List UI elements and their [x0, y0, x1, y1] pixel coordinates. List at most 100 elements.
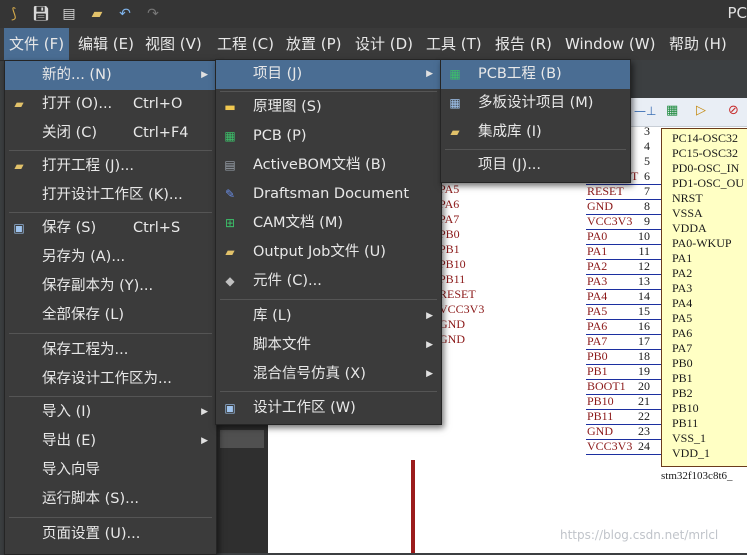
open-folder-icon[interactable]: ▰ [87, 4, 107, 24]
menu-item-save-as[interactable]: 另存为 (A)... [5, 243, 216, 272]
pin-label: PB0 [672, 356, 693, 370]
pin-number: 19 [638, 364, 650, 378]
net-label[interactable]: PA6 [439, 197, 459, 212]
net-label[interactable]: GND [587, 199, 613, 214]
net-label[interactable]: PA4 [587, 289, 607, 304]
pin-label: PC15-OSC32 [672, 146, 739, 160]
pin-label: PA4 [672, 296, 693, 310]
menu-item-save-workspace-as[interactable]: 保存设计工作区为... [5, 365, 216, 394]
net-label[interactable]: PB0 [587, 349, 608, 364]
pin-number: 12 [638, 259, 650, 273]
net-label[interactable]: PB0 [439, 227, 460, 242]
menu-item-component[interactable]: ◆ 元件 (C)... [216, 267, 441, 296]
net-label[interactable]: PB10 [587, 394, 614, 409]
net-label[interactable]: PA7 [439, 212, 459, 227]
panel-scroll-bar[interactable] [220, 430, 264, 448]
menu-item-import-wizard[interactable]: 导入向导 [5, 456, 216, 485]
menu-separator [220, 299, 437, 300]
save-all-icon[interactable]: ▤ [59, 4, 79, 24]
undo-icon[interactable]: ↶ [115, 4, 135, 24]
net-label[interactable]: GND [439, 317, 465, 332]
net-label[interactable]: PB1 [439, 242, 460, 257]
menu-item-new[interactable]: 新的... (N) ▶ [5, 61, 216, 90]
menu-item-save[interactable]: ▣ 保存 (S) Ctrl+S [5, 214, 216, 243]
menu-item-save-copy-as[interactable]: 保存副本为 (Y)... [5, 272, 216, 301]
menu-project[interactable]: 工程 (C) [212, 28, 279, 60]
menu-file[interactable]: 文件 (F) [4, 28, 70, 60]
net-label[interactable]: PA7 [587, 334, 607, 349]
net-label[interactable]: PA0 [587, 229, 607, 244]
port-tool-icon[interactable]: ▷ [696, 103, 706, 118]
pin-label: PA3 [672, 281, 693, 295]
menu-item-project-more[interactable]: 项目 (J)... [441, 151, 630, 180]
menu-item-export[interactable]: 导出 (E) ▶ [5, 427, 216, 456]
menu-item-save-all[interactable]: 全部保存 (L) [5, 301, 216, 330]
net-label[interactable]: RESET [587, 184, 624, 199]
save-icon[interactable]: 💾︎ [31, 4, 51, 24]
menu-item-library[interactable]: 库 (L) ▶ [216, 302, 441, 331]
net-label[interactable]: GND [587, 424, 613, 439]
menu-item-page-setup[interactable]: 页面设置 (U)... [5, 520, 216, 549]
menu-item-open-project[interactable]: ▰ 打开工程 (J)... [5, 152, 216, 181]
net-label[interactable]: PA2 [587, 259, 607, 274]
menu-item-cam[interactable]: ⊞ CAM文档 (M) [216, 209, 441, 238]
net-label[interactable]: PA5 [439, 182, 459, 197]
menu-item-pcb-project[interactable]: ▦ PCB工程 (B) [441, 60, 630, 89]
net-label[interactable]: PA5 [587, 304, 607, 319]
menu-item-project[interactable]: 项目 (J) ▶ [216, 60, 441, 89]
net-label[interactable]: PB11 [439, 272, 465, 287]
menu-item-close[interactable]: 关闭 (C) Ctrl+F4 [5, 119, 216, 148]
menu-item-mixed-sim[interactable]: 混合信号仿真 (X) ▶ [216, 360, 441, 389]
net-label[interactable]: VCC3V3 [587, 214, 632, 229]
net-label[interactable]: GND [439, 332, 465, 347]
menu-separator [445, 149, 626, 150]
menu-tools[interactable]: 工具 (T) [421, 28, 487, 60]
menu-edit[interactable]: 编辑 (E) [73, 28, 139, 60]
component-tool-icon[interactable]: ▦ [666, 103, 678, 118]
menu-item-output-job[interactable]: ▰ Output Job文件 (U) [216, 238, 441, 267]
menu-reports[interactable]: 报告 (R) [490, 28, 557, 60]
net-label[interactable]: PA6 [587, 319, 607, 334]
chip-designator: stm32f103c8t6_ [661, 470, 733, 482]
pin-number: 22 [638, 409, 650, 423]
net-label[interactable]: RESET [439, 287, 476, 302]
menu-item-draftsman[interactable]: ✎ Draftsman Document [216, 180, 441, 209]
menu-bar: 文件 (F) 编辑 (E) 视图 (V) 工程 (C) 放置 (P) 设计 (D… [0, 28, 747, 61]
net-label[interactable]: PA3 [587, 274, 607, 289]
net-label[interactable]: PB11 [587, 409, 613, 424]
menu-item-design-workspace[interactable]: ▣ 设计工作区 (W) [216, 394, 441, 423]
watermark-text: https://blog.csdn.net/mrlcl [560, 528, 719, 542]
menu-item-run-script[interactable]: 运行脚本 (S)... [5, 485, 216, 514]
menu-item-integrated-library[interactable]: ▰ 集成库 (I) [441, 118, 630, 147]
net-label[interactable]: T [631, 169, 638, 184]
no-erc-icon[interactable]: ⊘ [728, 103, 739, 118]
menu-item-pcb[interactable]: ▦ PCB (P) [216, 122, 441, 151]
menu-item-import[interactable]: 导入 (I) ▶ [5, 398, 216, 427]
net-label[interactable]: VCC3V3 [587, 439, 632, 454]
menu-item-schematic[interactable]: ▬ 原理图 (S) [216, 93, 441, 122]
menu-item-multiboard-project[interactable]: ▦ 多板设计项目 (M) [441, 89, 630, 118]
menu-item-script-file[interactable]: 脚本文件 ▶ [216, 331, 441, 360]
net-label[interactable]: BOOT1 [587, 379, 626, 394]
redo-icon[interactable]: ↷ [143, 4, 163, 24]
menu-design[interactable]: 设计 (D) [350, 28, 418, 60]
wire-tool-icon[interactable]: —⊥ [634, 104, 656, 118]
menu-item-save-project-as[interactable]: 保存工程为... [5, 336, 216, 365]
submenu-arrow-icon: ▶ [426, 340, 433, 350]
menu-item-open[interactable]: ▰ 打开 (O)... Ctrl+O [5, 90, 216, 119]
menu-item-activebom[interactable]: ▤ ActiveBOM文档 (B) [216, 151, 441, 180]
net-label[interactable]: PB1 [587, 364, 608, 379]
menu-separator [9, 212, 212, 213]
net-label[interactable]: PB10 [439, 257, 466, 272]
pin-label: PA0-WKUP [672, 236, 732, 250]
menu-view[interactable]: 视图 (V) [140, 28, 207, 60]
pin-label: PB10 [672, 401, 699, 415]
pin-number: 16 [638, 319, 650, 333]
menu-help[interactable]: 帮助 (H) [664, 28, 732, 60]
net-label[interactable]: VCC3V3 [439, 302, 484, 317]
menu-item-open-workspace[interactable]: 打开设计工作区 (K)... [5, 181, 216, 210]
menu-place[interactable]: 放置 (P) [281, 28, 347, 60]
net-label[interactable]: PA1 [587, 244, 607, 259]
pin-label: VSSA [672, 206, 703, 220]
menu-window[interactable]: Window (W) [560, 28, 660, 60]
